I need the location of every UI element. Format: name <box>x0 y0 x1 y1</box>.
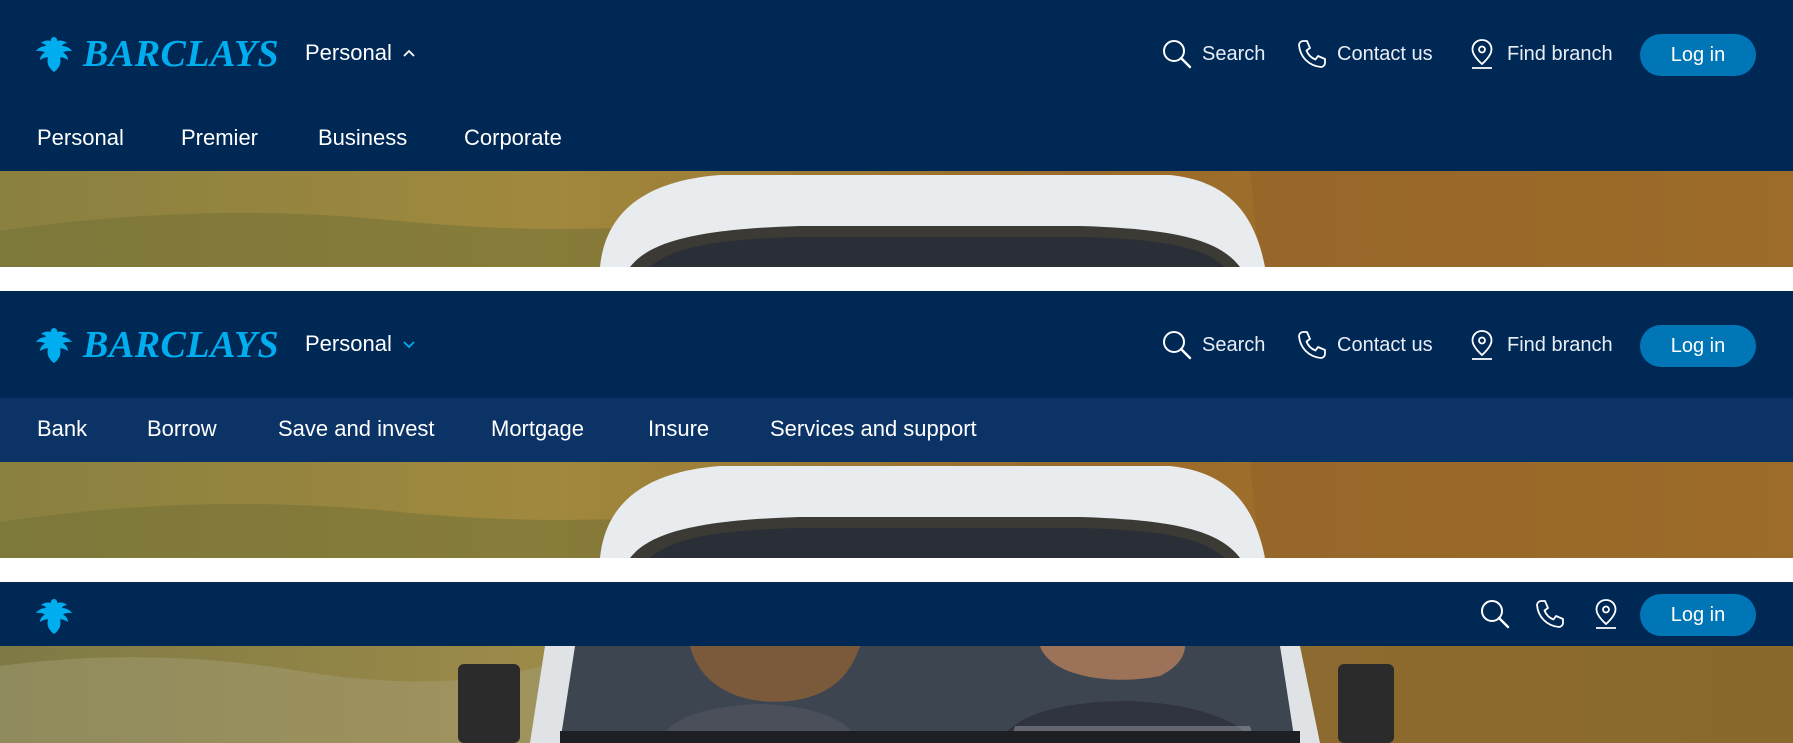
persona-selector[interactable]: Personal <box>305 40 416 66</box>
log-in-button[interactable]: Log in <box>1640 34 1756 76</box>
hero-image <box>0 171 1793 267</box>
eagle-icon <box>36 599 72 634</box>
header-variant-compact: Log in <box>0 582 1793 743</box>
contact-us-label: Contact us <box>1337 333 1433 356</box>
persona-label: Personal <box>305 331 392 356</box>
header-variant-personal-menu: BARCLAYS Personal Search Contact us Find… <box>0 291 1793 558</box>
find-branch-button[interactable]: Find branch <box>1465 37 1613 71</box>
find-branch-button[interactable]: Find branch <box>1465 328 1613 362</box>
barclays-logo[interactable] <box>35 596 73 636</box>
contact-us-label: Contact us <box>1337 42 1433 65</box>
search-label: Search <box>1202 333 1266 356</box>
chevron-up-icon <box>403 49 415 57</box>
search-icon <box>1163 40 1192 69</box>
phone-icon <box>1298 40 1326 68</box>
search-button[interactable]: Search <box>1160 328 1265 362</box>
eagle-icon <box>36 37 72 72</box>
brand-wordmark: BARCLAYS <box>83 324 280 366</box>
search-label: Search <box>1202 42 1266 65</box>
search-icon <box>1163 331 1192 360</box>
barclays-logo[interactable]: BARCLAYS <box>35 323 279 367</box>
location-pin-icon <box>1471 330 1493 360</box>
segment-corporate[interactable]: Corporate <box>464 125 562 151</box>
contact-us-button[interactable] <box>1533 597 1575 631</box>
menu-save-and-invest[interactable]: Save and invest <box>278 416 435 442</box>
search-icon <box>1481 600 1510 629</box>
segment-business[interactable]: Business <box>318 125 407 151</box>
location-pin-icon <box>1595 599 1617 629</box>
location-pin-icon <box>1471 39 1493 69</box>
contact-us-button[interactable]: Contact us <box>1295 328 1433 362</box>
hero-image <box>0 646 1793 743</box>
segment-premier[interactable]: Premier <box>181 125 258 151</box>
menu-bank[interactable]: Bank <box>37 416 87 442</box>
segment-nav: Personal Premier Business Corporate <box>0 107 1793 171</box>
chevron-down-icon <box>403 341 415 349</box>
log-in-button[interactable]: Log in <box>1640 325 1756 367</box>
top-bar: BARCLAYS Personal Search Contact us Find… <box>0 291 1793 398</box>
phone-icon <box>1298 331 1326 359</box>
persona-selector[interactable]: Personal <box>305 331 416 357</box>
header-variant-segments: BARCLAYS Personal Search Contact us Find… <box>0 0 1793 267</box>
personal-menu-nav: Bank Borrow Save and invest Mortgage Ins… <box>0 398 1793 462</box>
eagle-icon <box>36 328 72 363</box>
hero-image <box>0 462 1793 558</box>
barclays-logo[interactable]: BARCLAYS <box>35 32 279 76</box>
log-in-button[interactable]: Log in <box>1640 594 1756 636</box>
brand-wordmark: BARCLAYS <box>83 33 280 75</box>
menu-insure[interactable]: Insure <box>648 416 709 442</box>
phone-icon <box>1536 600 1564 628</box>
search-button[interactable] <box>1478 597 1520 631</box>
menu-mortgage[interactable]: Mortgage <box>491 416 584 442</box>
search-button[interactable]: Search <box>1160 37 1265 71</box>
persona-label: Personal <box>305 40 392 65</box>
menu-borrow[interactable]: Borrow <box>147 416 217 442</box>
top-bar: BARCLAYS Personal Search Contact us Find… <box>0 0 1793 107</box>
segment-personal[interactable]: Personal <box>37 125 124 151</box>
top-bar: Log in <box>0 582 1793 646</box>
find-branch-label: Find branch <box>1507 333 1613 356</box>
menu-services-and-support[interactable]: Services and support <box>770 416 977 442</box>
contact-us-button[interactable]: Contact us <box>1295 37 1433 71</box>
find-branch-button[interactable] <box>1589 597 1631 631</box>
find-branch-label: Find branch <box>1507 42 1613 65</box>
